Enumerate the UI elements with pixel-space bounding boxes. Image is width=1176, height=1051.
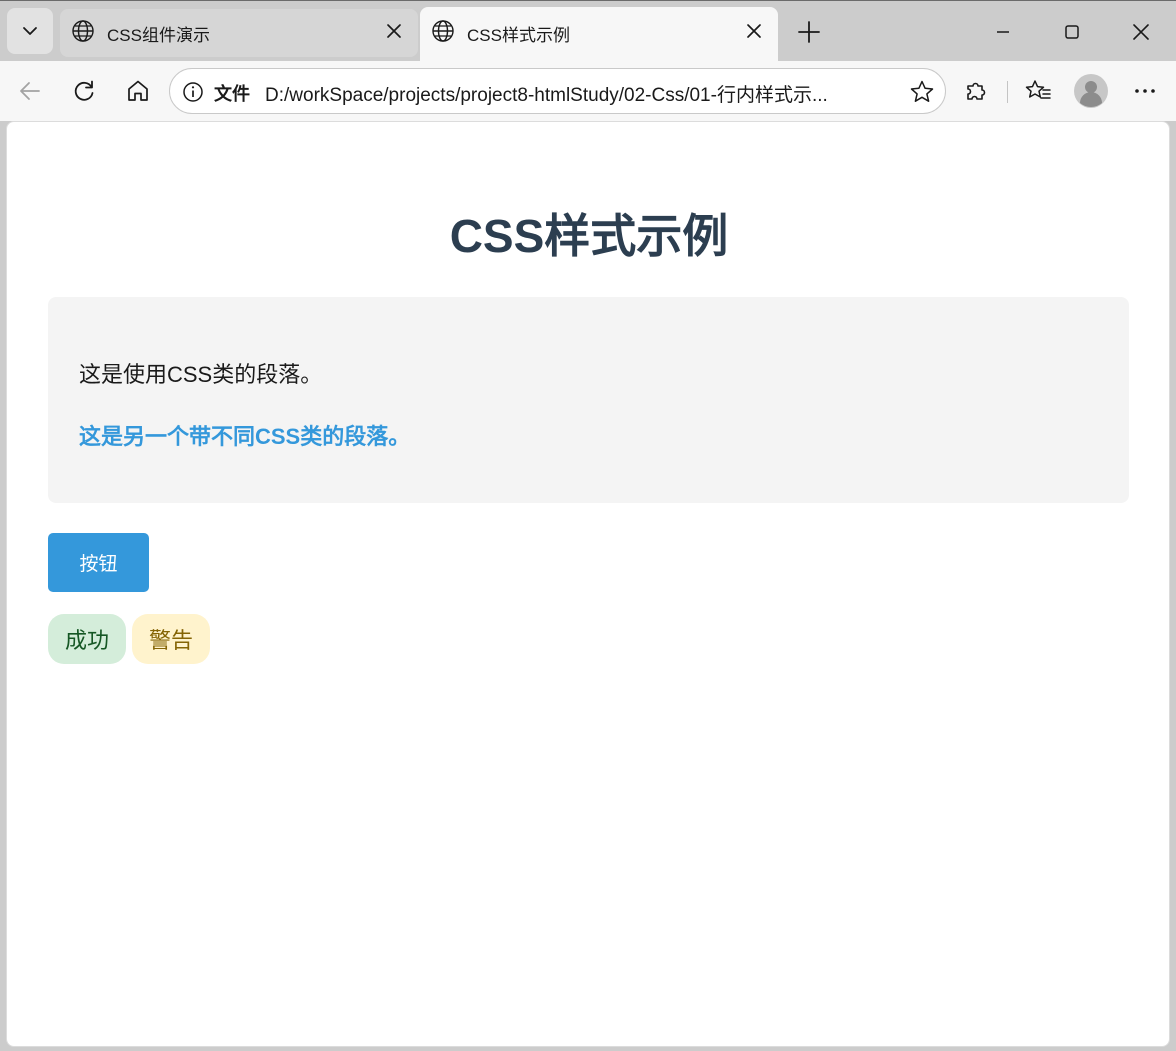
toolbar-divider — [1007, 81, 1008, 103]
globe-icon — [432, 20, 454, 42]
close-icon — [1133, 24, 1149, 40]
favorites-button[interactable] — [1020, 73, 1056, 109]
success-badge: 成功 — [48, 614, 126, 664]
minimize-button[interactable] — [980, 12, 1026, 52]
more-button[interactable] — [1127, 73, 1163, 109]
close-icon[interactable] — [384, 21, 404, 41]
primary-button[interactable]: 按钮 — [48, 533, 149, 592]
browser-toolbar: 文件 D:/workSpace/projects/project8-htmlSt… — [0, 61, 1176, 121]
address-bar[interactable]: 文件 D:/workSpace/projects/project8-htmlSt… — [169, 68, 946, 114]
back-button[interactable] — [12, 73, 48, 109]
puzzle-icon — [967, 82, 986, 100]
avatar-icon — [1074, 74, 1108, 108]
reload-button[interactable] — [66, 73, 102, 109]
tab-actions-menu-button[interactable] — [7, 8, 53, 54]
tab-title: CSS组件演示 — [107, 26, 210, 45]
extensions-button[interactable] — [958, 73, 994, 109]
tab-css-style-example[interactable]: CSS样式示例 — [420, 7, 778, 62]
address-scheme-label: 文件 — [214, 84, 250, 104]
paragraph-highlight: 这是另一个带不同CSS类的段落。 — [79, 424, 411, 449]
minimize-icon — [997, 31, 1009, 33]
arrow-left-icon — [20, 82, 40, 100]
paragraph-normal: 这是使用CSS类的段落。 — [79, 362, 323, 387]
chevron-down-icon — [23, 27, 37, 35]
favorites-icon — [1025, 80, 1051, 99]
maximize-icon — [1065, 25, 1079, 39]
page-title: CSS样式示例 — [449, 210, 729, 262]
tab-strip: CSS组件演示 CSS样式示例 — [0, 2, 1176, 62]
star-icon[interactable] — [909, 79, 935, 105]
info-icon[interactable] — [182, 81, 204, 103]
maximize-button[interactable] — [1049, 12, 1095, 52]
page-content: CSS样式示例 这是使用CSS类的段落。 这是另一个带不同CSS类的段落。 按钮… — [6, 121, 1170, 1047]
tab-css-components[interactable]: CSS组件演示 — [60, 7, 418, 62]
content-box: 这是使用CSS类的段落。 这是另一个带不同CSS类的段落。 — [48, 297, 1129, 503]
browser-window: CSS组件演示 CSS样式示例 文件 D:/workSpace/projects… — [0, 0, 1176, 1051]
tab-title: CSS样式示例 — [467, 26, 570, 45]
address-url[interactable]: D:/workSpace/projects/project8-htmlStudy… — [265, 80, 905, 107]
home-icon — [128, 80, 148, 101]
globe-icon — [72, 20, 94, 42]
warning-badge: 警告 — [132, 614, 210, 664]
plus-icon — [798, 21, 820, 43]
close-icon[interactable] — [744, 21, 764, 41]
home-button[interactable] — [120, 73, 156, 109]
reload-icon — [74, 80, 94, 101]
window-close-button[interactable] — [1118, 12, 1164, 52]
more-icon — [1135, 89, 1155, 93]
new-tab-button[interactable] — [793, 16, 825, 48]
profile-button[interactable] — [1073, 73, 1109, 109]
